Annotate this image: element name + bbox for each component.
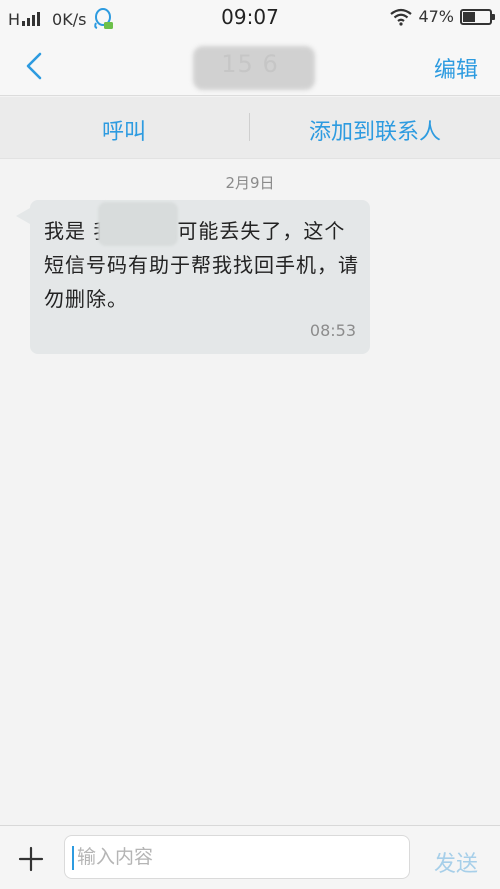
call-button[interactable]: 呼叫 [0, 114, 248, 146]
battery-percent: 47% [418, 7, 454, 26]
message-bubble[interactable]: 我是 我的手机可能丢失了，这个短信号码有助于帮我找回手机，请勿删除。 08:53 [16, 200, 370, 354]
battery-nub [492, 13, 495, 20]
conversation-header: 15 6 编辑 [0, 36, 500, 96]
text-cursor [72, 846, 74, 870]
battery-fill [463, 11, 475, 22]
message-time: 08:53 [309, 321, 356, 340]
edit-button[interactable]: 编辑 [434, 52, 478, 84]
action-bar: 呼叫 添加到联系人 [0, 97, 500, 159]
battery-icon [460, 8, 495, 25]
bubble-tail [16, 208, 30, 224]
status-bar: H 0K/s 09:07 47% [0, 0, 500, 36]
add-to-contacts-button[interactable]: 添加到联系人 [250, 114, 500, 146]
privacy-blur [193, 46, 315, 90]
status-right: 47% [390, 7, 495, 26]
send-button[interactable]: 发送 [434, 846, 478, 878]
plus-icon[interactable] [18, 846, 44, 872]
wifi-icon [390, 8, 413, 26]
message-text: 我是 我的手机可能丢失了，这个短信号码有助于帮我找回手机，请勿删除。 [44, 219, 359, 311]
privacy-blur [98, 202, 178, 246]
date-separator: 2月9日 [225, 174, 275, 192]
composer-bar: 发送 [0, 825, 500, 889]
message-input[interactable] [64, 835, 410, 879]
